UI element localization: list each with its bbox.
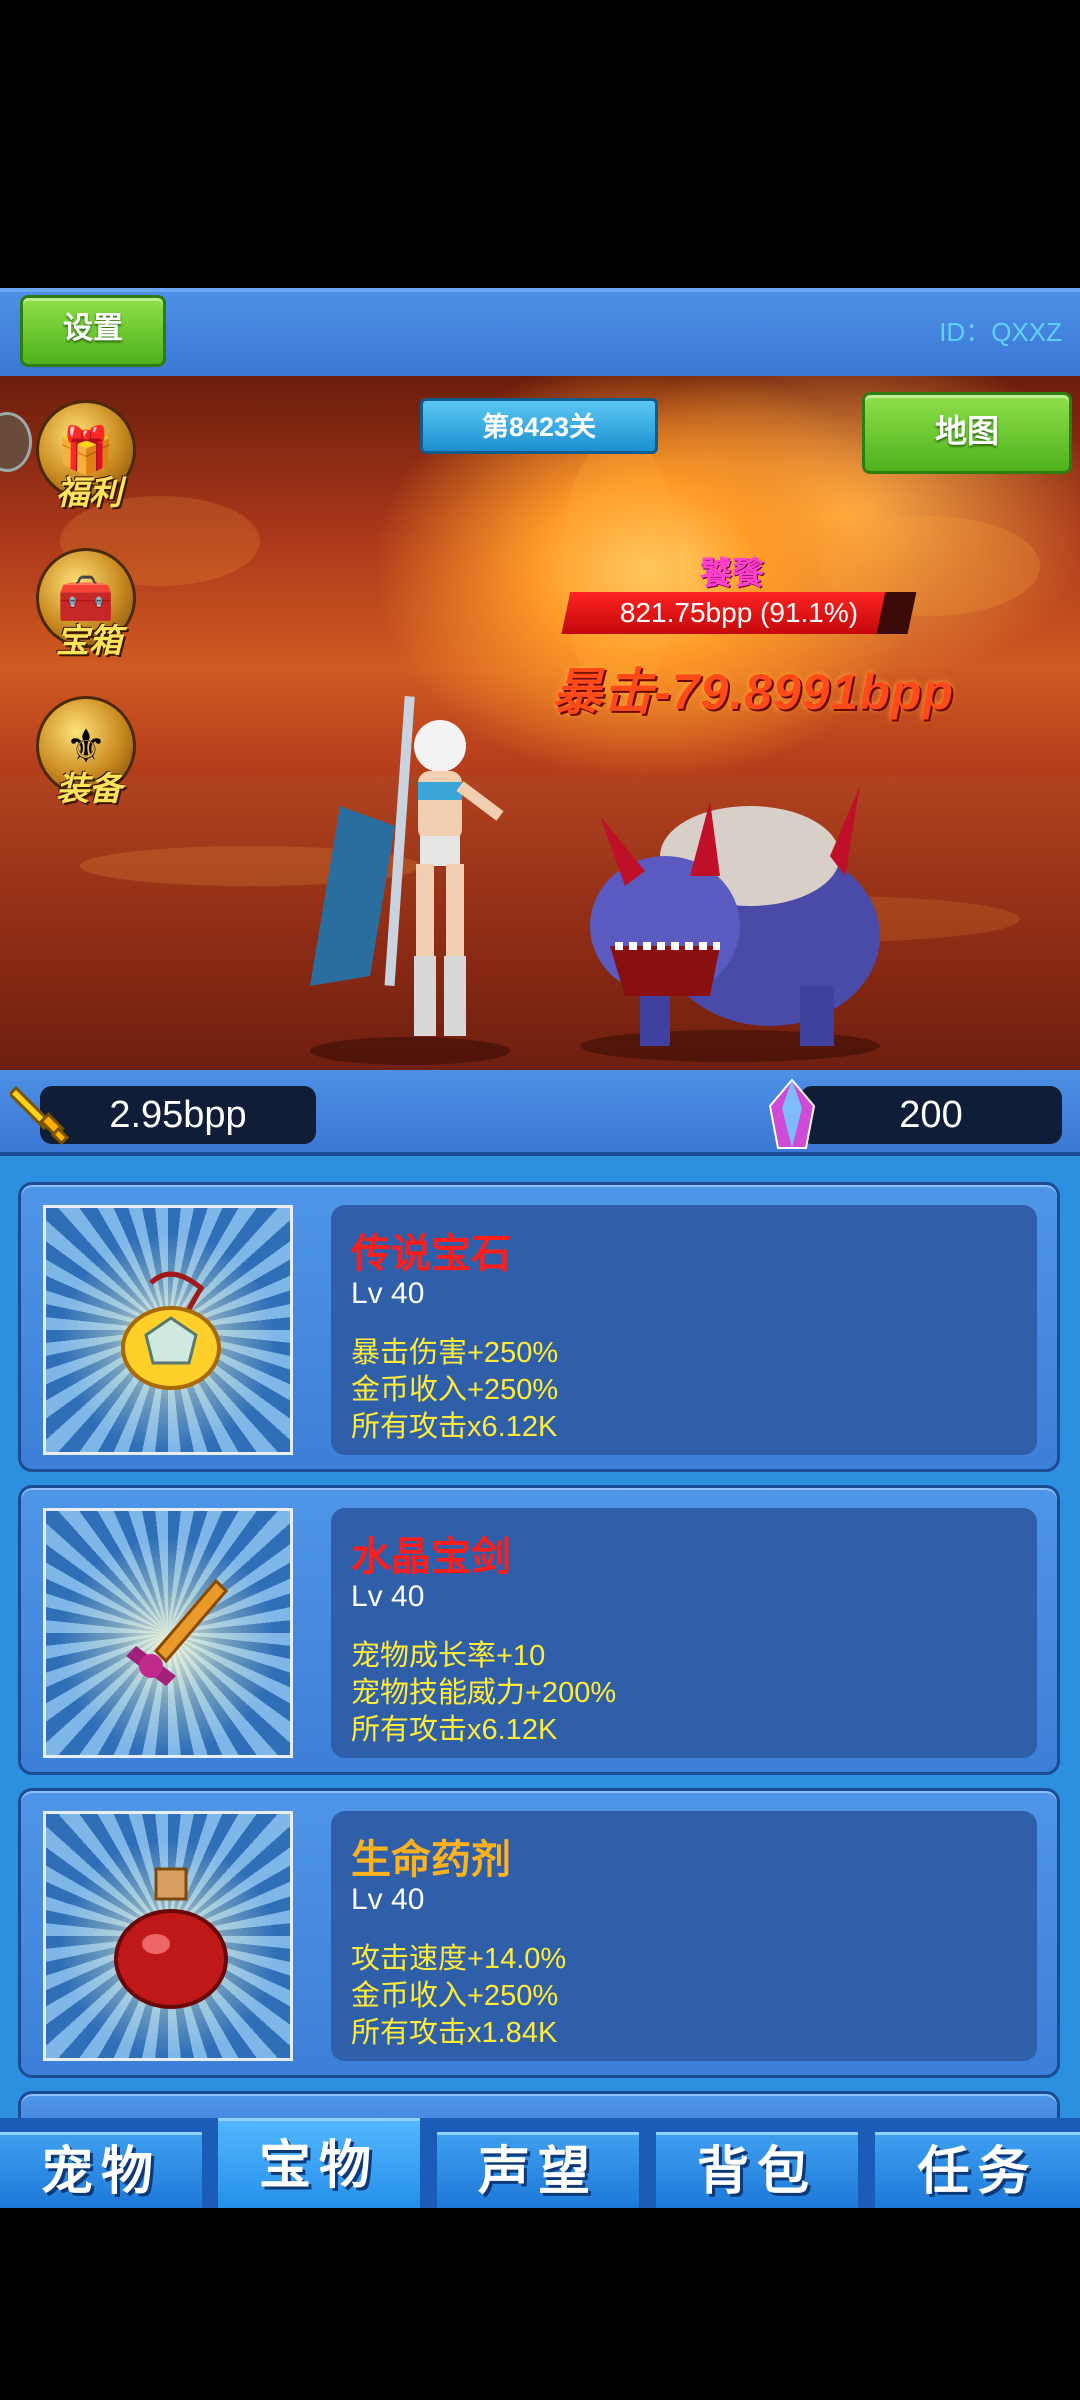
side-menu-welfare[interactable]: 🎁 福利 xyxy=(30,400,148,520)
tab-treasures[interactable]: 宝物 xyxy=(218,2118,420,2208)
item-name: 水晶宝剑 xyxy=(351,1535,511,1579)
side-menu-label: 福利 xyxy=(56,474,122,511)
side-menu-label: 装备 xyxy=(56,770,122,807)
crystal-gem-icon xyxy=(768,1078,816,1149)
side-menu-equipment[interactable]: ⚜ 装备 xyxy=(30,696,148,816)
item-stat: 所有攻击x1.84K xyxy=(351,2017,558,2049)
item-stat: 所有攻击x6.12K xyxy=(351,1714,558,1746)
item-level: Lv 40 xyxy=(351,1580,425,1613)
treasure-list[interactable]: 传说宝石 Lv 40 暴击伤害+250% 金币收入+250% 所有攻击x6.12… xyxy=(0,1156,1080,2118)
item-stat: 攻击速度+14.0% xyxy=(351,1943,567,1975)
gem-amulet-icon xyxy=(43,1205,293,1455)
list-item[interactable]: 生命药剂 Lv 40 攻击速度+14.0% 金币收入+250% 所有攻击x1.8… xyxy=(18,1788,1060,2078)
item-info: 生命药剂 Lv 40 攻击速度+14.0% 金币收入+250% 所有攻击x1.8… xyxy=(331,1811,1037,2061)
tab-quests[interactable]: 任务 xyxy=(875,2132,1080,2208)
monster-taotie xyxy=(580,786,880,1062)
user-id: ID：QXXZ xyxy=(939,317,1062,347)
tab-reputation[interactable]: 声望 xyxy=(437,2132,639,2208)
list-item[interactable]: 水晶宝剑 Lv 40 宠物成长率+10 宠物技能威力+200% 所有攻击x6.1… xyxy=(18,1485,1060,1775)
side-menu-label: 宝箱 xyxy=(56,622,122,659)
item-name: 生命药剂 xyxy=(351,1838,511,1882)
enemy-name: 饕餮 xyxy=(700,555,765,591)
list-item-partial[interactable] xyxy=(18,2091,1060,2118)
settings-button[interactable]: 设置 xyxy=(20,295,166,367)
item-name: 传说宝石 xyxy=(351,1232,511,1276)
list-item[interactable]: 传说宝石 Lv 40 暴击伤害+250% 金币收入+250% 所有攻击x6.12… xyxy=(18,1182,1060,1472)
hero-character xyxy=(310,695,510,1065)
item-level: Lv 40 xyxy=(351,1883,425,1916)
sword-icon xyxy=(10,1085,70,1146)
item-stat: 金币收入+250% xyxy=(351,1374,559,1406)
item-stat: 所有攻击x6.12K xyxy=(351,1411,558,1443)
map-button[interactable]: 地图 xyxy=(862,392,1072,474)
attack-power-value: 2.95bpp xyxy=(40,1086,316,1144)
stage-banner: 第8423关 xyxy=(420,398,658,454)
item-level: Lv 40 xyxy=(351,1277,425,1310)
item-info: 传说宝石 Lv 40 暴击伤害+250% 金币收入+250% 所有攻击x6.12… xyxy=(331,1205,1037,1455)
item-stat: 金币收入+250% xyxy=(351,1980,559,2012)
side-menu-chest[interactable]: 🧰 宝箱 xyxy=(30,548,148,668)
health-potion-icon xyxy=(43,1811,293,2061)
tab-backpack[interactable]: 背包 xyxy=(656,2132,858,2208)
gem-count: 200 xyxy=(800,1086,1062,1144)
crystal-sword-icon xyxy=(43,1508,293,1758)
item-stat: 宠物成长率+10 xyxy=(351,1640,546,1672)
item-stat: 暴击伤害+250% xyxy=(351,1337,559,1369)
item-stat: 宠物技能威力+200% xyxy=(351,1677,617,1709)
avatar-partial[interactable] xyxy=(0,412,32,472)
enemy-hp-text: 821.75bpp (91.1%) xyxy=(619,597,859,628)
critical-damage-text: 暴击-79.8991bpp xyxy=(552,664,955,720)
item-info: 水晶宝剑 Lv 40 宠物成长率+10 宠物技能威力+200% 所有攻击x6.1… xyxy=(331,1508,1037,1758)
tab-pets[interactable]: 宠物 xyxy=(0,2132,202,2208)
